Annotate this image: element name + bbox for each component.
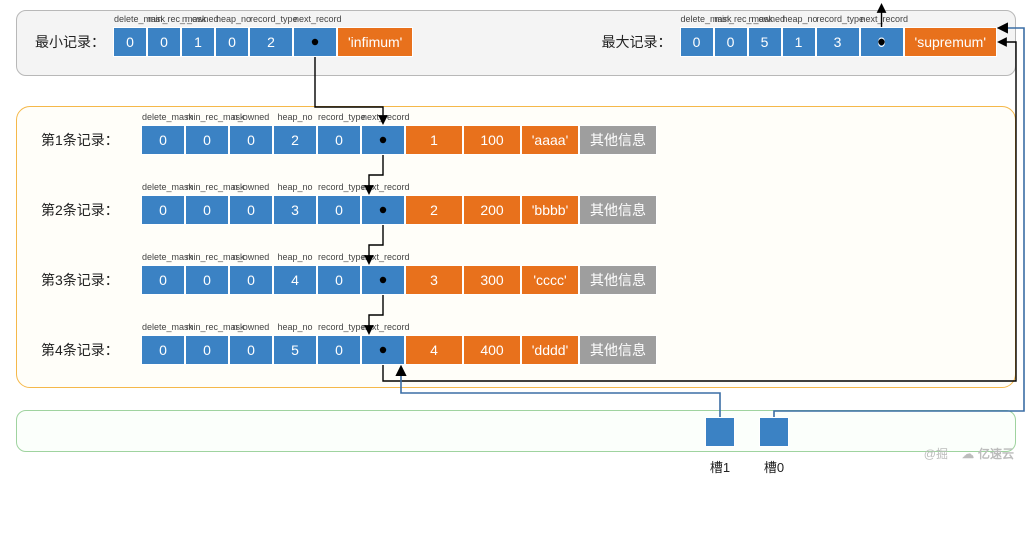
cell-delete-mask: delete_mask0: [680, 27, 714, 57]
cell-delete-mask: delete_mask0: [141, 195, 185, 225]
cell-delete-mask: delete_mask0: [113, 27, 147, 57]
cell-record-type: record_type0: [317, 265, 361, 295]
cell-extra-info: 其他信息: [579, 125, 657, 155]
cell-infimum-tag: 'infimum': [337, 27, 413, 57]
hdr-delete-mask: delete_mask: [114, 14, 146, 24]
cell-next-record: next_record0: [860, 27, 904, 57]
cell-heap-no: heap_no2: [273, 125, 317, 155]
cell-min-rec-mask: min_rec_mask0: [185, 195, 229, 225]
cell-min-rec-mask: min_rec_mask0: [714, 27, 748, 57]
hdr-heap-no: heap_no: [783, 14, 815, 24]
cell-heap-no: heap_no0: [215, 27, 249, 57]
cell-heap-no: heap_no4: [273, 265, 317, 295]
infimum-record: 最小记录： delete_mask0 min_rec_mask0 n_owned…: [35, 27, 413, 57]
cloud-icon: ☁: [962, 447, 974, 461]
cell-data-col2: 100: [463, 125, 521, 155]
cell-data-col1: 4: [405, 335, 463, 365]
cell-delete-mask: delete_mask0: [141, 125, 185, 155]
cell-data-col1: 1: [405, 125, 463, 155]
cell-min-rec-mask: min_rec_mask0: [147, 27, 181, 57]
cell-supremum-tag: 'supremum': [904, 27, 997, 57]
cell-data-col3: 'bbbb': [521, 195, 579, 225]
cell-record-type: record_type2: [249, 27, 293, 57]
cell-next-record: next_record: [361, 265, 405, 295]
row-cells: delete_mask0 min_rec_mask0 n_owned0 heap…: [141, 125, 657, 155]
row-label: 第2条记录：: [41, 200, 141, 220]
cell-delete-mask: delete_mask0: [141, 335, 185, 365]
system-records-panel: 最小记录： delete_mask0 min_rec_mask0 n_owned…: [16, 10, 1016, 76]
cell-data-col1: 3: [405, 265, 463, 295]
cell-n-owned: n_owned5: [748, 27, 782, 57]
cell-n-owned: n_owned0: [229, 125, 273, 155]
supremum-label: 最大记录：: [602, 32, 672, 52]
slot-0: [759, 417, 789, 447]
cell-min-rec-mask: min_rec_mask0: [185, 125, 229, 155]
infimum-cells: delete_mask0 min_rec_mask0 n_owned1 heap…: [113, 27, 413, 57]
hdr-record-type: record_type: [250, 14, 292, 24]
hdr-next-record: next_record: [861, 14, 903, 24]
slot-1: [705, 417, 735, 447]
hdr-min-rec-mask: min_rec_mask: [148, 14, 180, 24]
supremum-record: 最大记录： delete_mask0 min_rec_mask0 n_owned…: [602, 27, 997, 57]
page-directory-panel: 槽1 槽0: [16, 410, 1016, 452]
cell-record-type: record_type0: [317, 125, 361, 155]
watermark-logo: ☁ 亿速云: [962, 445, 1014, 462]
row-label: 第1条记录：: [41, 130, 141, 150]
hdr-record-type: record_type: [817, 14, 859, 24]
cell-n-owned: n_owned1: [181, 27, 215, 57]
watermark-right: 亿速云: [978, 445, 1014, 462]
row-cells: delete_mask0 min_rec_mask0 n_owned0 heap…: [141, 335, 657, 365]
cell-next-record: next_record: [361, 195, 405, 225]
cell-heap-no: heap_no5: [273, 335, 317, 365]
hdr-next-record: next_record: [294, 14, 336, 24]
hdr-delete-mask: delete_mask: [681, 14, 713, 24]
cell-record-type: record_type0: [317, 195, 361, 225]
cell-data-col3: 'cccc': [521, 265, 579, 295]
cell-record-type: record_type3: [816, 27, 860, 57]
cell-data-col3: 'aaaa': [521, 125, 579, 155]
slot-1-label: 槽1: [700, 457, 740, 476]
row-cells: delete_mask0 min_rec_mask0 n_owned0 heap…: [141, 265, 657, 295]
record-row-3: 第3条记录： delete_mask0 min_rec_mask0 n_owne…: [41, 265, 991, 295]
hdr-heap-no: heap_no: [216, 14, 248, 24]
cell-extra-info: 其他信息: [579, 335, 657, 365]
cell-data-col3: 'dddd': [521, 335, 579, 365]
cell-n-owned: n_owned0: [229, 265, 273, 295]
cell-delete-mask: delete_mask0: [141, 265, 185, 295]
cell-data-col2: 200: [463, 195, 521, 225]
cell-n-owned: n_owned0: [229, 195, 273, 225]
hdr-min-rec-mask: min_rec_mask: [715, 14, 747, 24]
hdr-n-owned: n_owned: [749, 14, 781, 24]
cell-data-col2: 300: [463, 265, 521, 295]
cell-data-col2: 400: [463, 335, 521, 365]
row-label: 第4条记录：: [41, 340, 141, 360]
supremum-cells: delete_mask0 min_rec_mask0 n_owned5 heap…: [680, 27, 997, 57]
cell-min-rec-mask: min_rec_mask0: [185, 335, 229, 365]
record-row-1: 第1条记录： delete_mask0 min_rec_mask0 n_owne…: [41, 125, 991, 155]
cell-next-record: next_record: [361, 125, 405, 155]
row-label: 第3条记录：: [41, 270, 141, 290]
cell-extra-info: 其他信息: [579, 265, 657, 295]
cell-record-type: record_type0: [317, 335, 361, 365]
cell-next-record: next_record: [293, 27, 337, 57]
infimum-label: 最小记录：: [35, 32, 105, 52]
cell-heap-no: heap_no1: [782, 27, 816, 57]
watermark-left: @掘: [924, 445, 948, 462]
hdr-n-owned: n_owned: [182, 14, 214, 24]
cell-data-col1: 2: [405, 195, 463, 225]
row-cells: delete_mask0 min_rec_mask0 n_owned0 heap…: [141, 195, 657, 225]
record-row-4: 第4条记录： delete_mask0 min_rec_mask0 n_owne…: [41, 335, 991, 365]
watermark: @掘 ☁ 亿速云: [924, 445, 1014, 462]
cell-n-owned: n_owned0: [229, 335, 273, 365]
cell-next-record: next_record: [361, 335, 405, 365]
user-records-panel: 第1条记录： delete_mask0 min_rec_mask0 n_owne…: [16, 106, 1016, 388]
record-row-2: 第2条记录： delete_mask0 min_rec_mask0 n_owne…: [41, 195, 991, 225]
cell-extra-info: 其他信息: [579, 195, 657, 225]
cell-heap-no: heap_no3: [273, 195, 317, 225]
slot-0-label: 槽0: [754, 457, 794, 476]
cell-min-rec-mask: min_rec_mask0: [185, 265, 229, 295]
